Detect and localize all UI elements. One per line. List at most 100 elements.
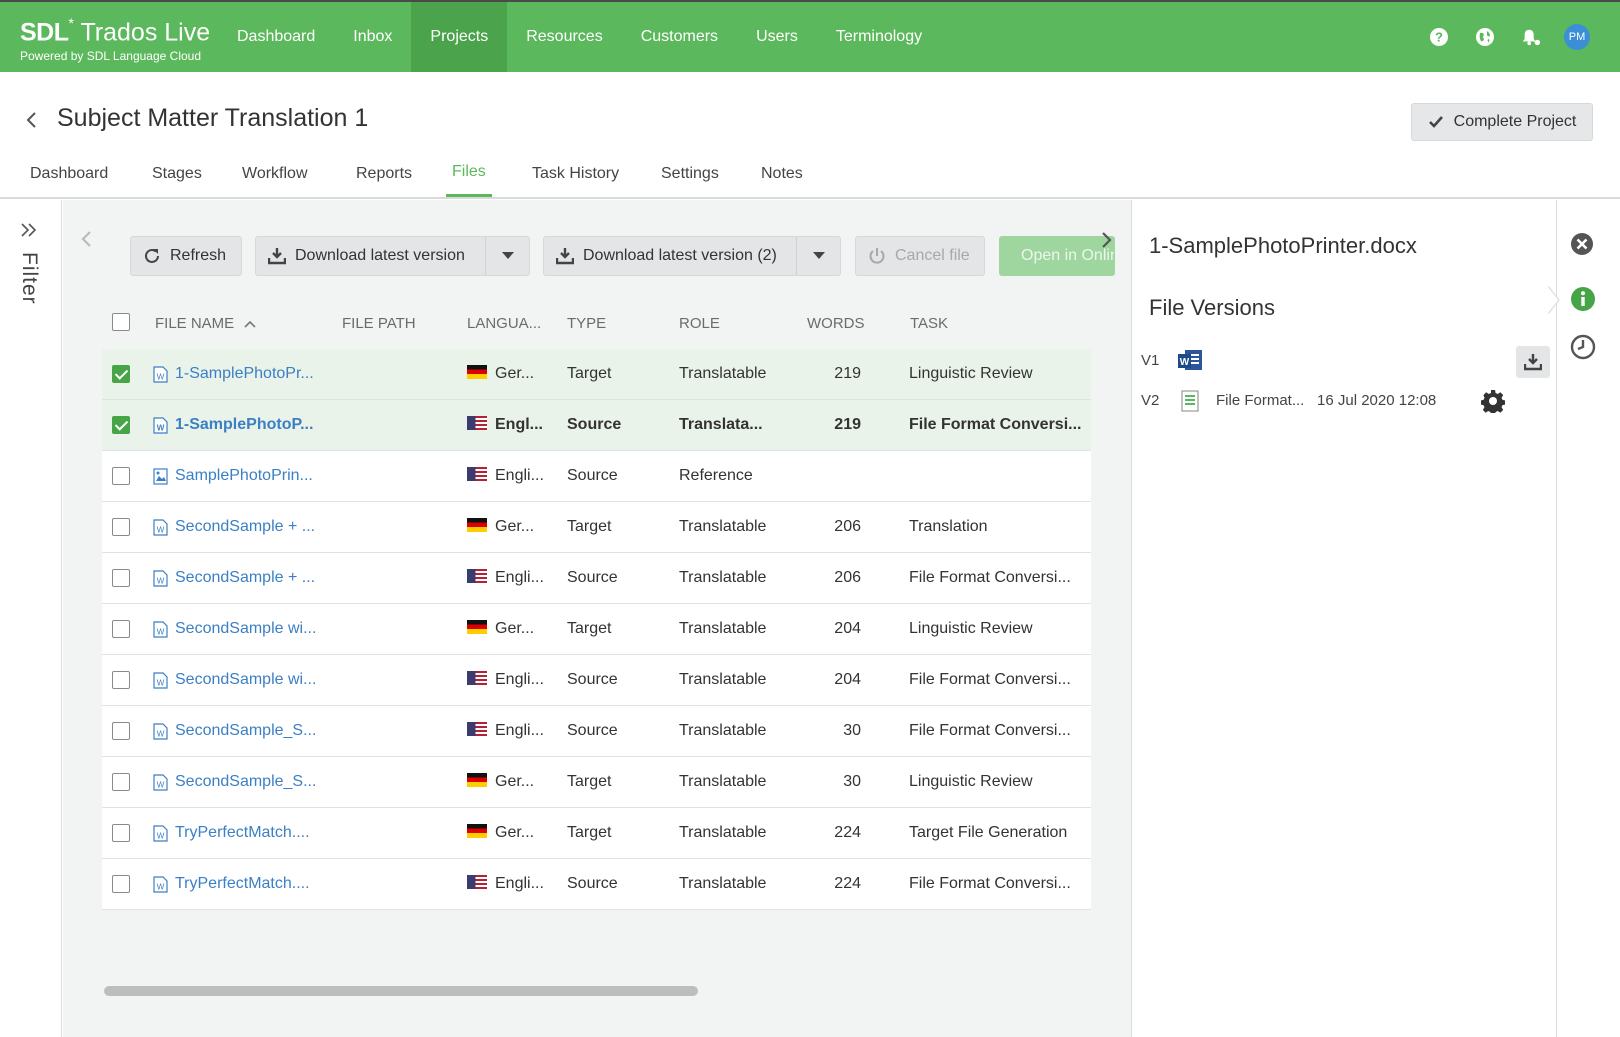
gear-icon[interactable]: [1480, 389, 1506, 417]
column-header-language[interactable]: LANGUA...: [467, 315, 541, 332]
globe-icon[interactable]: [1472, 24, 1498, 50]
file-name-link[interactable]: W 1-SamplePhotoPr...: [153, 365, 314, 383]
refresh-button[interactable]: Refresh: [130, 236, 242, 276]
row-checkbox[interactable]: [112, 620, 130, 638]
task-name: File Format Conversi...: [909, 722, 1071, 739]
nav-item-inbox[interactable]: Inbox: [334, 2, 411, 72]
file-name-link[interactable]: W SecondSample_S...: [153, 722, 316, 740]
file-name-link[interactable]: W SecondSample wi...: [153, 620, 316, 638]
nav-item-dashboard[interactable]: Dashboard: [218, 2, 334, 72]
language-cell: Ger...: [467, 620, 534, 638]
toolbar-scroll-right-icon[interactable]: [1098, 230, 1114, 250]
nav-item-terminology[interactable]: Terminology: [817, 2, 941, 72]
column-header-words[interactable]: WORDS: [807, 315, 865, 332]
us-flag-icon: [467, 722, 487, 736]
tab-reports[interactable]: Reports: [356, 150, 412, 197]
language-text: Ger...: [495, 824, 535, 841]
table-body: W 1-SamplePhotoPr... Ger... Target Translata…: [102, 349, 1091, 910]
row-checkbox[interactable]: [112, 671, 130, 689]
column-header-task[interactable]: TASK: [910, 315, 948, 332]
column-header-role[interactable]: ROLE: [679, 315, 720, 332]
nav-item-projects[interactable]: Projects: [411, 2, 508, 72]
word-file-icon: W: [153, 773, 168, 791]
download-latest-dropdown[interactable]: [485, 237, 529, 275]
close-icon[interactable]: [1570, 232, 1596, 258]
nav-item-users[interactable]: Users: [737, 2, 817, 72]
table-row[interactable]: W SecondSample + ... Ger... Target Translata…: [102, 502, 1091, 553]
file-type: Source: [567, 722, 618, 739]
word-count: 206: [834, 569, 861, 586]
horizontal-scrollbar[interactable]: [104, 986, 698, 996]
file-name-link[interactable]: W TryPerfectMatch....: [153, 824, 310, 842]
row-checkbox[interactable]: [112, 365, 130, 383]
row-checkbox[interactable]: [112, 722, 130, 740]
select-all-checkbox[interactable]: [112, 313, 130, 331]
toolbar-scroll-left-icon[interactable]: [79, 229, 95, 249]
file-role: Translatable: [679, 824, 767, 841]
row-checkbox[interactable]: [112, 518, 130, 536]
tab-settings[interactable]: Settings: [661, 150, 719, 197]
cancel-file-button[interactable]: Cancel file: [855, 236, 985, 276]
tab-workflow[interactable]: Workflow: [242, 150, 308, 197]
language-cell: Ger...: [467, 824, 534, 842]
column-header-type[interactable]: TYPE: [567, 315, 606, 332]
user-avatar[interactable]: PM: [1564, 24, 1590, 50]
nav-item-resources[interactable]: Resources: [507, 2, 621, 72]
task-name: File Format Conversi...: [909, 671, 1071, 688]
nav-item-customers[interactable]: Customers: [622, 2, 737, 72]
table-row[interactable]: W SecondSample wi... Ger... Target Translata…: [102, 604, 1091, 655]
tab-stages[interactable]: Stages: [152, 150, 202, 197]
file-name-text: TryPerfectMatch....: [175, 875, 310, 892]
history-clock-icon[interactable]: [1570, 334, 1596, 360]
info-icon[interactable]: [1570, 286, 1596, 312]
task-name: Translation: [909, 518, 988, 535]
table-row[interactable]: W SecondSample_S... Engli... Source Translat…: [102, 706, 1091, 757]
file-name-link[interactable]: W TryPerfectMatch....: [153, 875, 310, 893]
download-latest-multi-dropdown[interactable]: [796, 237, 840, 275]
row-checkbox[interactable]: [112, 569, 130, 587]
download-icon: [268, 248, 286, 265]
brand-logo[interactable]: SDL* Trados Live Powered by SDL Language…: [0, 2, 218, 72]
table-row[interactable]: W 1-SamplePhotoP... Engl... Source Translata…: [102, 400, 1091, 451]
file-name-link[interactable]: W SecondSample_S...: [153, 773, 316, 791]
complete-project-label: Complete Project: [1453, 113, 1577, 130]
expand-filter-icon[interactable]: [20, 220, 38, 243]
row-checkbox[interactable]: [112, 875, 130, 893]
language-text: Engli...: [495, 467, 544, 484]
tab-dashboard[interactable]: Dashboard: [30, 150, 108, 197]
table-row[interactable]: SamplePhotoPrin... Engli... Source Referenc…: [102, 451, 1091, 502]
notifications-bell-icon[interactable]: [1518, 24, 1544, 50]
download-latest-multi-button[interactable]: Download latest version (2): [543, 236, 841, 276]
column-header-file-path[interactable]: FILE PATH: [342, 315, 416, 332]
back-arrow-icon[interactable]: [22, 110, 42, 130]
row-checkbox[interactable]: [112, 773, 130, 791]
table-row[interactable]: W TryPerfectMatch.... Ger... Target Translat…: [102, 808, 1091, 859]
word-count: 206: [834, 518, 861, 535]
table-row[interactable]: W 1-SamplePhotoPr... Ger... Target Translata…: [102, 349, 1091, 400]
download-version-button[interactable]: [1516, 346, 1550, 378]
file-name-link[interactable]: W SecondSample + ...: [153, 518, 315, 536]
row-checkbox[interactable]: [112, 416, 130, 434]
column-header-file-name[interactable]: FILE NAME: [155, 315, 256, 332]
file-name-link[interactable]: W 1-SamplePhotoP...: [153, 416, 313, 434]
file-name-link[interactable]: W SecondSample + ...: [153, 569, 315, 587]
complete-project-button[interactable]: Complete Project: [1411, 103, 1593, 141]
help-icon[interactable]: ?: [1426, 24, 1452, 50]
tab-files[interactable]: Files: [446, 150, 492, 197]
table-row[interactable]: W SecondSample wi... Engli... Source Transla…: [102, 655, 1091, 706]
svg-text:W: W: [157, 882, 165, 891]
file-name-link[interactable]: W SecondSample wi...: [153, 671, 316, 689]
table-row[interactable]: W TryPerfectMatch.... Engli... Source Transl…: [102, 859, 1091, 910]
tab-task-history[interactable]: Task History: [532, 150, 619, 197]
language-cell: Engl...: [467, 416, 543, 434]
tab-notes[interactable]: Notes: [761, 150, 803, 197]
version-date: 16 Jul 2020 12:08: [1317, 392, 1437, 409]
table-row[interactable]: W SecondSample + ... Engli... Source Transla…: [102, 553, 1091, 604]
table-row[interactable]: W SecondSample_S... Ger... Target Translatab…: [102, 757, 1091, 808]
filter-label[interactable]: Filter: [17, 252, 41, 305]
file-name-link[interactable]: SamplePhotoPrin...: [153, 467, 313, 485]
download-latest-multi-label: Download latest version (2): [583, 247, 777, 264]
row-checkbox[interactable]: [112, 824, 130, 842]
download-latest-button[interactable]: Download latest version: [255, 236, 530, 276]
row-checkbox[interactable]: [112, 467, 130, 485]
